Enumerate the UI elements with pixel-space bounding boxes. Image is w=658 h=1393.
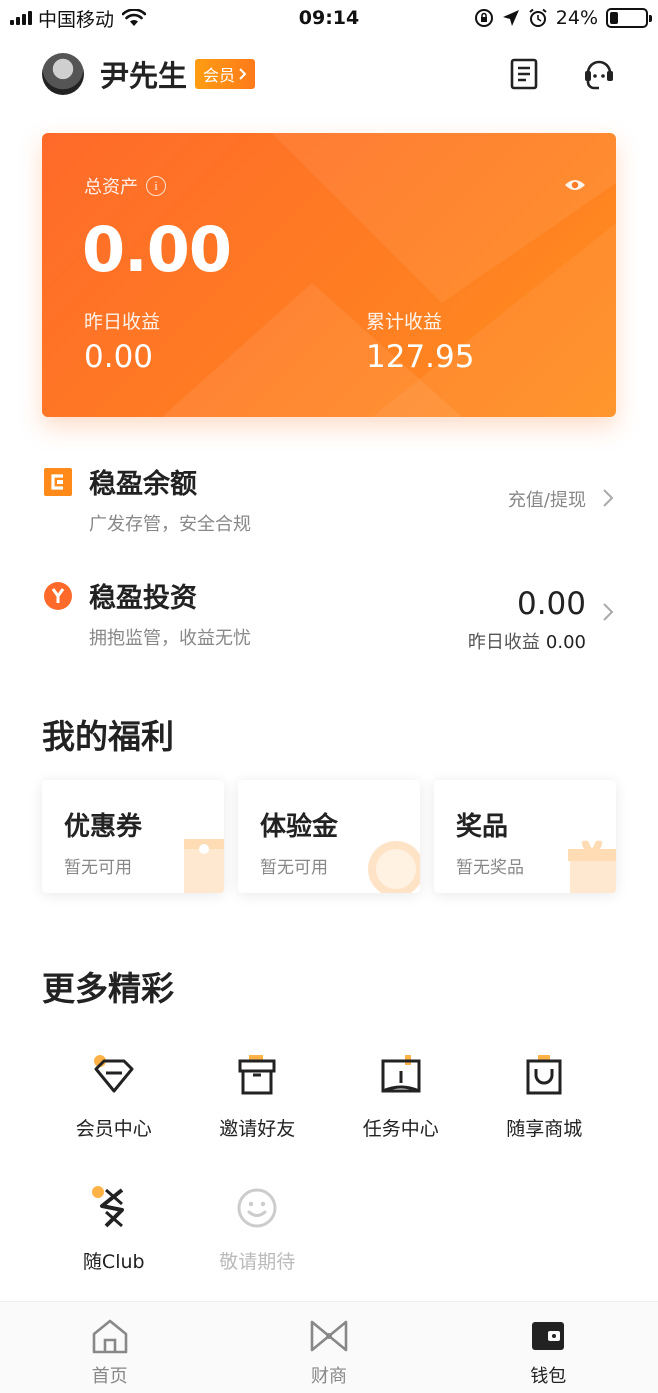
invest-subtitle: 拥抱监管，收益无忧: [89, 628, 251, 649]
chevron-right-icon: [603, 489, 614, 507]
member-badge[interactable]: 会员: [195, 59, 256, 89]
balance-product-row[interactable]: 稳盈余额 广发存管，安全合规 充值/提现: [42, 458, 616, 548]
wallet-icon: [532, 1322, 565, 1350]
user-name[interactable]: 尹先生: [100, 53, 187, 95]
coin-decoration-icon: [368, 841, 420, 893]
signal-icon: [10, 11, 32, 25]
invest-icon: [44, 582, 72, 610]
total-assets-value: 0.00: [82, 213, 232, 286]
wifi-icon: [122, 9, 147, 26]
member-center-item[interactable]: 会员中心: [42, 1050, 186, 1141]
chevron-right-icon: [603, 603, 614, 621]
shopping-bag-icon: [526, 1055, 562, 1095]
welfare-section-title: 我的福利: [42, 717, 174, 756]
avatar[interactable]: [42, 53, 84, 95]
invite-friends-label: 邀请好友: [219, 1118, 296, 1140]
trial-fund-card[interactable]: 体验金 暂无可用: [238, 780, 420, 893]
more-grid: 会员中心 邀请好友 任务中心 随享商城 随Club 敬请期待: [42, 1050, 616, 1274]
bottom-nav: 首页 财商 钱包: [0, 1301, 658, 1393]
chevron-right-icon: [239, 68, 247, 80]
balance-title: 稳盈余额: [89, 469, 197, 500]
prize-card[interactable]: 奖品 暂无奖品: [434, 780, 616, 893]
eye-icon[interactable]: [564, 177, 586, 193]
cumulative-earnings-value: 127.95: [366, 339, 475, 375]
rotation-lock-icon: [474, 9, 493, 27]
invest-product-row[interactable]: 稳盈投资 拥抱监管，收益无忧 0.00 昨日收益 0.00: [42, 572, 616, 662]
coming-soon-label: 敬请期待: [219, 1251, 296, 1273]
task-center-label: 任务中心: [362, 1118, 439, 1140]
book-icon: [381, 1055, 421, 1093]
task-center-item[interactable]: 任务中心: [329, 1050, 473, 1141]
nav-home[interactable]: 首页: [0, 1302, 219, 1393]
bow-icon: [310, 1320, 348, 1352]
club-item[interactable]: 随Club: [42, 1183, 186, 1274]
coupon-card[interactable]: 优惠券 暂无可用: [42, 780, 224, 893]
location-icon: [502, 10, 519, 26]
welfare-cards: 优惠券 暂无可用 体验金 暂无可用 奖品 暂无奖品: [42, 780, 616, 893]
yesterday-earnings-label: 昨日收益: [84, 311, 161, 333]
status-bar: 中国移动 09:14 24%: [0, 0, 658, 36]
invite-friends-item[interactable]: 邀请好友: [186, 1050, 330, 1141]
coupon-decoration-icon: [184, 839, 224, 893]
more-section-title: 更多精彩: [42, 969, 174, 1008]
nav-finance-label: 财商: [310, 1366, 347, 1387]
carrier-name: 中国移动: [38, 8, 115, 31]
battery-percent: 24%: [555, 7, 598, 29]
invest-yesterday-label: 昨日收益: [467, 632, 540, 653]
customer-service-icon[interactable]: [582, 57, 616, 91]
home-icon: [92, 1319, 127, 1354]
yesterday-earnings-value: 0.00: [84, 339, 154, 375]
battery-icon: [606, 8, 652, 28]
balance-subtitle: 广发存管，安全合规: [89, 514, 251, 535]
cumulative-earnings-label: 累计收益: [366, 311, 443, 333]
member-center-label: 会员中心: [75, 1118, 152, 1140]
total-assets-label: 总资产: [84, 177, 138, 198]
coming-soon-item: 敬请期待: [186, 1183, 330, 1274]
alarm-icon: [529, 8, 547, 27]
info-icon[interactable]: i: [146, 176, 166, 196]
club-logo-icon: [91, 1186, 124, 1228]
nav-home-label: 首页: [91, 1366, 128, 1387]
balance-icon: [44, 468, 72, 496]
asset-card[interactable]: 总资产 i 0.00 昨日收益 0.00 累计收益 127.95: [42, 133, 616, 417]
invest-yesterday-earnings: 昨日收益 0.00: [468, 628, 586, 654]
smile-icon: [237, 1188, 277, 1228]
diamond-icon: [93, 1055, 134, 1093]
gift-decoration-icon: [568, 840, 616, 893]
club-label: 随Club: [82, 1251, 145, 1273]
member-badge-label: 会员: [203, 66, 236, 85]
nav-wallet-label: 钱包: [530, 1366, 567, 1387]
mall-label: 随享商城: [506, 1118, 583, 1140]
invest-amount: 0.00: [516, 586, 586, 622]
nav-finance[interactable]: 财商: [219, 1302, 438, 1393]
gift-box-icon: [238, 1055, 276, 1095]
invest-title: 稳盈投资: [89, 583, 197, 614]
topup-withdraw-link[interactable]: 充值/提现: [508, 486, 586, 512]
document-icon[interactable]: [510, 58, 538, 90]
invest-yesterday-value: 0.00: [545, 632, 586, 653]
profile-header: 尹先生 会员: [42, 50, 616, 98]
mall-item[interactable]: 随享商城: [473, 1050, 617, 1141]
nav-wallet[interactable]: 钱包: [439, 1302, 658, 1393]
